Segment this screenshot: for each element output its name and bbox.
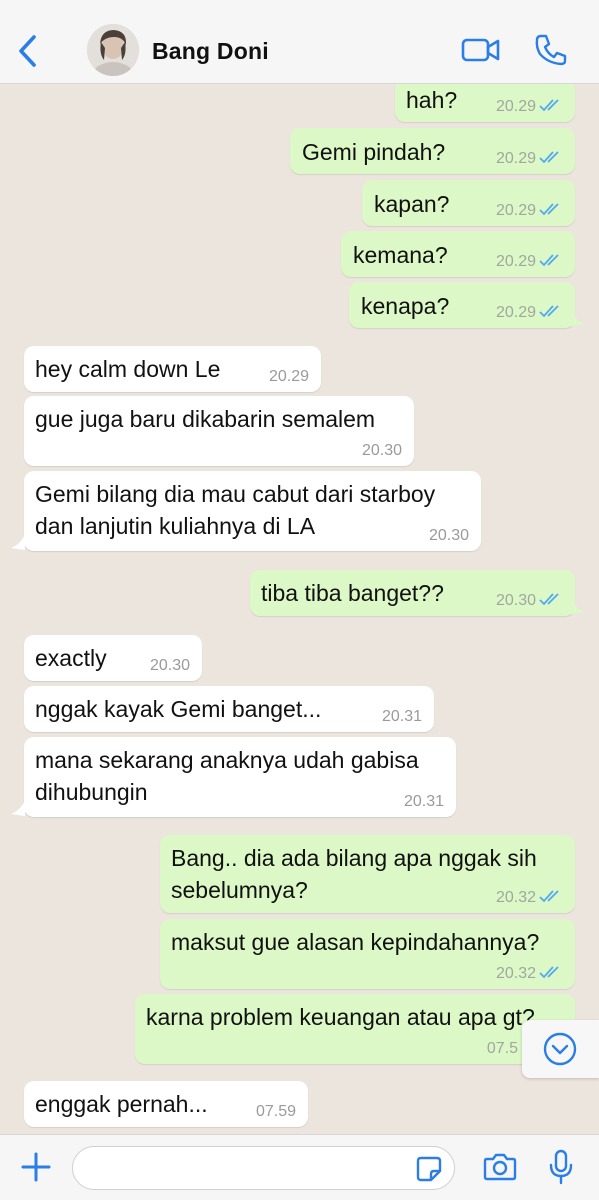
message-bubble-incoming[interactable]: Gemi bilang dia mau cabut dari starboy d… <box>24 471 481 551</box>
bubble-tail <box>11 800 25 816</box>
read-ticks-icon <box>539 151 559 164</box>
read-ticks-icon <box>539 254 559 267</box>
message-time: 07.5 <box>486 1040 518 1057</box>
read-ticks-icon <box>539 966 559 979</box>
message-text: hah? <box>406 87 458 113</box>
message-time: 20.29 <box>268 368 309 385</box>
message-text: hey calm down Le <box>35 356 221 382</box>
message-input[interactable] <box>72 1146 455 1190</box>
message-time: 20.31 <box>403 793 444 810</box>
read-ticks-icon <box>539 593 559 606</box>
message-bubble-outgoing[interactable]: hah? 20.29 <box>395 84 575 122</box>
message-time: 20.29 <box>495 202 536 219</box>
message-text: karna problem keuangan atau apa gt? <box>146 1004 535 1030</box>
message-text: kemana? <box>353 242 448 268</box>
message-bubble-outgoing[interactable]: tiba tiba banget?? 20.30 <box>250 570 575 616</box>
message-text: Gemi pindah? <box>302 139 446 165</box>
message-bubble-incoming[interactable]: enggak pernah... 07.59 <box>24 1081 308 1127</box>
camera-icon[interactable] <box>483 1152 517 1182</box>
message-text: maksut gue alasan kepindahannya? <box>171 929 540 955</box>
microphone-icon[interactable] <box>548 1149 574 1185</box>
message-bubble-outgoing[interactable]: maksut gue alasan kepindahannya? 20.32 <box>160 919 575 989</box>
chevron-left-icon[interactable] <box>14 33 42 69</box>
message-text: tiba tiba banget?? <box>261 580 444 606</box>
message-bubble-outgoing[interactable]: Bang.. dia ada bilang apa nggak sih sebe… <box>160 835 575 913</box>
message-meta: 20.29 <box>496 304 563 322</box>
message-meta: 20.32 <box>496 889 563 907</box>
bubble-tail <box>571 310 585 326</box>
message-bubble-outgoing[interactable]: Gemi pindah? 20.29 <box>290 128 575 174</box>
message-time: 20.30 <box>428 527 469 544</box>
message-meta: 20.30 <box>496 592 563 610</box>
message-bubble-incoming[interactable]: gue juga baru dikabarin semalem 20.30 <box>24 396 414 466</box>
message-meta: 20.29 <box>496 202 563 220</box>
message-time: 20.29 <box>495 304 536 321</box>
message-time: 20.29 <box>495 150 536 167</box>
message-time: 20.31 <box>381 708 422 725</box>
read-ticks-icon <box>539 890 559 903</box>
message-time: 07.59 <box>255 1103 296 1120</box>
message-bubble-incoming[interactable]: nggak kayak Gemi banget... 20.31 <box>24 686 434 732</box>
message-bubble-outgoing[interactable]: kapan? 20.29 <box>362 180 575 226</box>
sticker-icon[interactable] <box>416 1156 442 1182</box>
message-bubble-outgoing[interactable]: kenapa? 20.29 <box>349 282 575 328</box>
message-text: gue juga baru dikabarin semalem <box>35 406 376 432</box>
avatar[interactable] <box>87 24 139 76</box>
bubble-tail <box>11 534 25 550</box>
message-bubble-incoming[interactable]: hey calm down Le 20.29 <box>24 346 321 392</box>
message-time: 20.29 <box>495 98 536 115</box>
phone-icon[interactable] <box>534 33 568 67</box>
message-meta: 20.29 <box>496 98 563 116</box>
message-bubble-outgoing[interactable]: karna problem keuangan atau apa gt? 07.5 <box>135 994 575 1064</box>
message-text: exactly <box>35 645 107 671</box>
message-meta: 20.32 <box>496 965 563 983</box>
chevron-down-circle-icon <box>543 1032 577 1066</box>
message-time: 20.30 <box>361 442 402 459</box>
message-time: 20.32 <box>495 965 536 982</box>
plus-icon[interactable] <box>20 1151 52 1183</box>
contact-name[interactable]: Bang Doni <box>152 38 269 65</box>
scroll-to-bottom-button[interactable] <box>522 1020 599 1078</box>
message-time: 20.29 <box>495 253 536 270</box>
message-text: kapan? <box>374 191 450 217</box>
message-composer <box>0 1134 599 1200</box>
message-time: 20.30 <box>495 592 536 609</box>
message-bubble-incoming[interactable]: exactly 20.30 <box>24 635 202 681</box>
read-ticks-icon <box>539 99 559 112</box>
bubble-tail <box>571 598 585 614</box>
message-bubble-incoming[interactable]: mana sekarang anaknya udah gabisa dihubu… <box>24 737 456 817</box>
message-text: mana sekarang anaknya udah gabisa dihubu… <box>35 747 419 805</box>
read-ticks-icon <box>539 305 559 318</box>
message-text: kenapa? <box>361 293 450 319</box>
message-text: Gemi bilang dia mau cabut dari starboy d… <box>35 481 436 539</box>
message-meta: 20.29 <box>496 150 563 168</box>
message-text: nggak kayak Gemi banget... <box>35 696 322 722</box>
message-time: 20.30 <box>149 657 190 674</box>
message-meta: 07.5 <box>487 1040 518 1058</box>
chat-thread[interactable]: hah? 20.29 Gemi pindah? 20.29 kapan? 20.… <box>0 84 599 1134</box>
video-camera-icon[interactable] <box>461 35 501 65</box>
read-ticks-icon <box>539 203 559 216</box>
message-meta: 20.29 <box>496 253 563 271</box>
message-time: 20.32 <box>495 889 536 906</box>
chat-header: Bang Doni <box>0 0 599 84</box>
message-text: enggak pernah... <box>35 1091 208 1117</box>
message-bubble-outgoing[interactable]: kemana? 20.29 <box>341 231 575 277</box>
